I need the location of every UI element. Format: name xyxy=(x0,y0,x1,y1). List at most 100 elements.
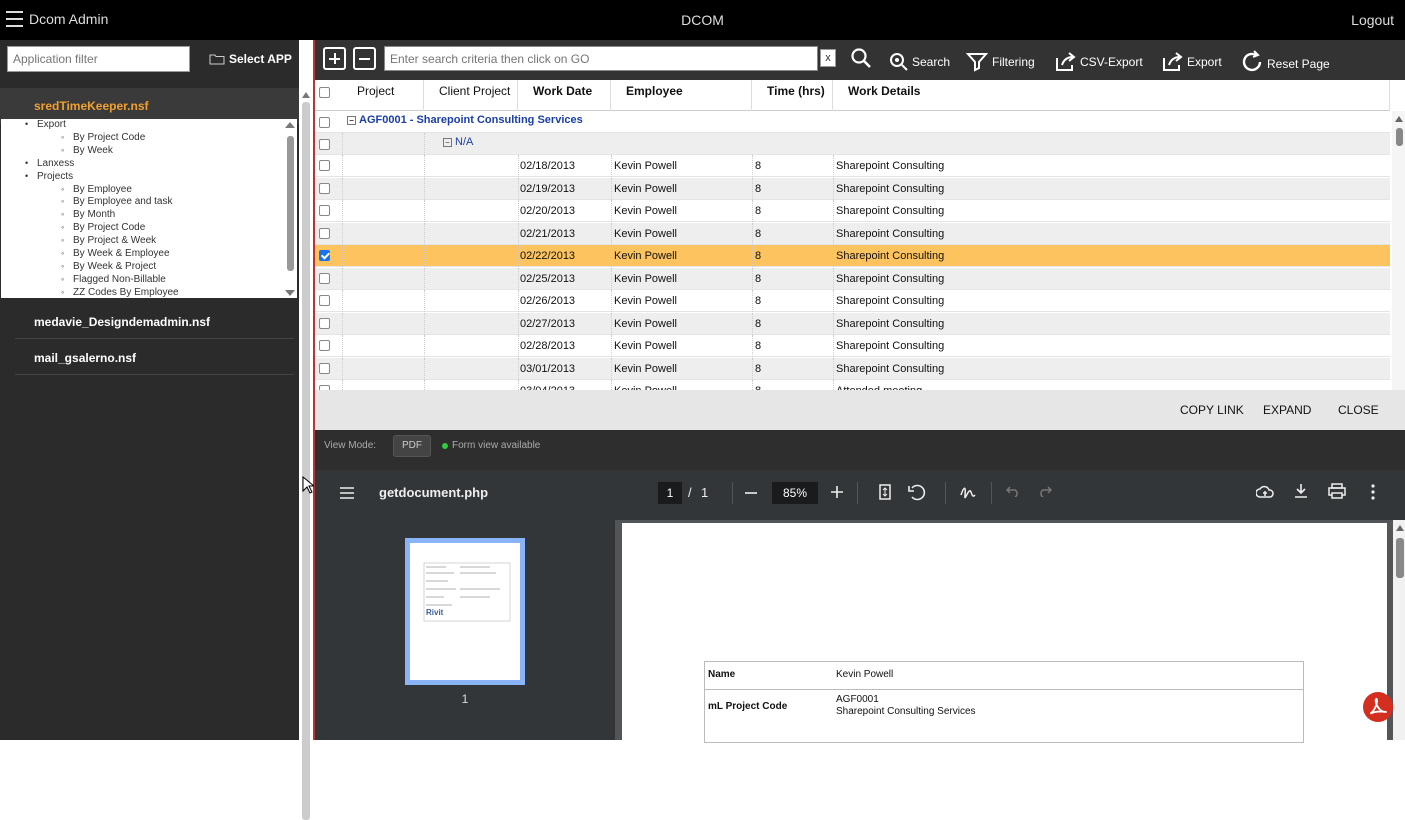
scroll-up-icon[interactable] xyxy=(1396,525,1404,531)
col-employee[interactable]: Employee xyxy=(611,80,752,111)
adobe-acrobat-icon[interactable] xyxy=(1363,692,1393,722)
row-checkbox[interactable] xyxy=(319,362,330,374)
row-checkbox[interactable] xyxy=(319,160,330,171)
tree-item[interactable]: Export xyxy=(25,119,66,130)
tree-item[interactable]: By Project & Week xyxy=(61,235,156,246)
tree-item[interactable]: Projects xyxy=(25,171,73,182)
page-number-input[interactable]: 1 xyxy=(658,482,682,504)
draw-icon[interactable] xyxy=(960,485,976,499)
tree-item[interactable]: By Week & Employee xyxy=(61,248,169,259)
scroll-thumb[interactable] xyxy=(1396,538,1404,578)
select-app-button[interactable]: Select APP xyxy=(209,52,292,66)
table-row[interactable]: 02/27/2013 Kevin Powell 8 Sharepoint Consul… xyxy=(315,312,1390,335)
csv-export-button[interactable]: CSV-Export xyxy=(1054,50,1143,72)
pdf-scrollbar[interactable] xyxy=(1393,520,1405,740)
logout-link[interactable]: Logout xyxy=(1351,12,1394,28)
scroll-up-icon[interactable] xyxy=(302,90,310,98)
select-all-checkbox[interactable] xyxy=(319,87,330,98)
print-icon[interactable] xyxy=(1328,483,1346,499)
export-icon xyxy=(1163,52,1183,71)
zoom-out-icon[interactable] xyxy=(745,487,757,499)
category-label[interactable]: − AGF0001 - Sharepoint Consulting Service… xyxy=(347,114,583,126)
rotate-icon[interactable] xyxy=(908,484,926,501)
fit-page-icon[interactable] xyxy=(879,484,891,500)
download-icon[interactable] xyxy=(1294,483,1308,499)
grid-scrollbar[interactable] xyxy=(1392,111,1405,390)
more-options-icon[interactable] xyxy=(1371,484,1375,500)
table-row[interactable]: 02/25/2013 Kevin Powell 8 Sharepoint Consul… xyxy=(315,267,1390,290)
tree-item[interactable]: Lanxess xyxy=(25,158,74,169)
table-row[interactable]: 02/19/2013 Kevin Powell 8 Sharepoint Consul… xyxy=(315,177,1390,200)
zoom-input[interactable]: 85% xyxy=(772,482,818,504)
collapse-all-button[interactable] xyxy=(353,47,376,70)
tree-item[interactable]: Flagged Non-Billable xyxy=(61,274,166,285)
row-checkbox[interactable] xyxy=(319,139,330,150)
row-checkbox[interactable] xyxy=(319,317,330,329)
table-row[interactable]: 02/18/2013 Kevin Powell 8 Sharepoint Consul… xyxy=(315,155,1390,177)
close-button[interactable]: CLOSE xyxy=(1338,403,1379,417)
reset-page-button[interactable]: Reset Page xyxy=(1241,50,1330,74)
table-row[interactable]: 02/22/2013 Kevin Powell 8 Sharepoint Consul… xyxy=(315,245,1390,267)
scroll-thumb[interactable] xyxy=(302,102,310,820)
redo-icon[interactable] xyxy=(1038,485,1052,497)
form-view-available[interactable]: Form view available xyxy=(452,440,540,451)
copy-link-button[interactable]: COPY LINK xyxy=(1180,403,1244,417)
search-input[interactable] xyxy=(384,46,818,71)
subcategory-label[interactable]: − N/A xyxy=(443,136,473,148)
clear-search-button[interactable]: x xyxy=(820,49,836,67)
scroll-thumb[interactable] xyxy=(1396,128,1403,146)
pane-splitter[interactable] xyxy=(299,84,313,820)
scroll-thumb[interactable] xyxy=(287,136,294,271)
pdf-mode-button[interactable]: PDF xyxy=(393,435,431,457)
collapse-icon[interactable]: − xyxy=(443,138,452,147)
db-item-mail[interactable]: mail_gsalerno.nsf xyxy=(0,340,299,376)
table-row[interactable]: 03/04/2013Kevin Powell8Attended meeting xyxy=(315,380,1390,390)
tree-item[interactable]: By Month xyxy=(61,209,115,220)
col-work-date[interactable]: Work Date xyxy=(518,80,611,111)
table-row[interactable]: 03/01/2013 Kevin Powell 8 Sharepoint Consul… xyxy=(315,357,1390,380)
tree-item[interactable]: By Project Code xyxy=(61,222,145,233)
col-client-project[interactable]: Client Project xyxy=(424,80,518,111)
category-row[interactable]: − AGF0001 - Sharepoint Consulting Service… xyxy=(315,111,1390,133)
row-checkbox[interactable] xyxy=(319,205,330,216)
table-row[interactable]: 02/26/2013 Kevin Powell 8 Sharepoint Consul… xyxy=(315,290,1390,312)
search-button[interactable]: Search xyxy=(888,50,950,72)
row-checkbox[interactable] xyxy=(319,117,330,128)
expand-all-button[interactable] xyxy=(323,47,346,70)
collapse-icon[interactable]: − xyxy=(347,116,356,125)
save-cloud-icon[interactable] xyxy=(1256,483,1274,501)
row-checkbox[interactable] xyxy=(319,182,330,194)
menu-icon[interactable] xyxy=(340,487,354,499)
scroll-up-icon[interactable] xyxy=(285,122,295,128)
table-row[interactable]: 02/20/2013 Kevin Powell 8 Sharepoint Consul… xyxy=(315,200,1390,222)
filtering-button[interactable]: Filtering xyxy=(965,50,1035,72)
tree-item[interactable]: By Employee and task xyxy=(61,196,172,207)
page-thumbnail[interactable]: Rivit xyxy=(405,538,525,685)
zoom-in-icon[interactable] xyxy=(831,486,843,498)
col-project[interactable]: Project xyxy=(342,80,424,111)
tree-item[interactable]: By Project Code xyxy=(61,132,145,143)
subcategory-row[interactable]: − N/A xyxy=(315,133,1390,155)
row-checkbox[interactable] xyxy=(319,272,330,284)
tree-item[interactable]: ZZ Codes By Employee xyxy=(61,287,179,298)
tree-item[interactable]: By Employee xyxy=(61,184,132,195)
row-checkbox[interactable] xyxy=(319,227,330,239)
col-work-details[interactable]: Work Details xyxy=(833,80,1390,111)
undo-icon[interactable] xyxy=(1006,485,1020,497)
tree-item[interactable]: By Week xyxy=(61,145,113,156)
application-filter-input[interactable] xyxy=(7,46,190,72)
db-item-medavie[interactable]: medavie_Designdemadmin.nsf xyxy=(0,304,299,340)
row-checkbox[interactable] xyxy=(319,295,330,306)
expand-button[interactable]: EXPAND xyxy=(1263,403,1311,417)
export-button[interactable]: Export xyxy=(1161,50,1222,72)
search-icon[interactable] xyxy=(850,47,872,69)
tree-item[interactable]: By Week & Project xyxy=(61,261,156,272)
row-checkbox[interactable] xyxy=(319,340,330,351)
scroll-down-icon[interactable] xyxy=(285,290,295,296)
table-row[interactable]: 02/21/2013 Kevin Powell 8 Sharepoint Consul… xyxy=(315,222,1390,245)
table-row[interactable]: 02/28/2013 Kevin Powell 8 Sharepoint Consul… xyxy=(315,335,1390,357)
row-checkbox[interactable] xyxy=(319,250,330,261)
scroll-up-icon[interactable] xyxy=(1395,116,1403,122)
col-time[interactable]: Time (hrs) xyxy=(752,80,833,111)
tree-scrollbar[interactable] xyxy=(285,122,295,296)
